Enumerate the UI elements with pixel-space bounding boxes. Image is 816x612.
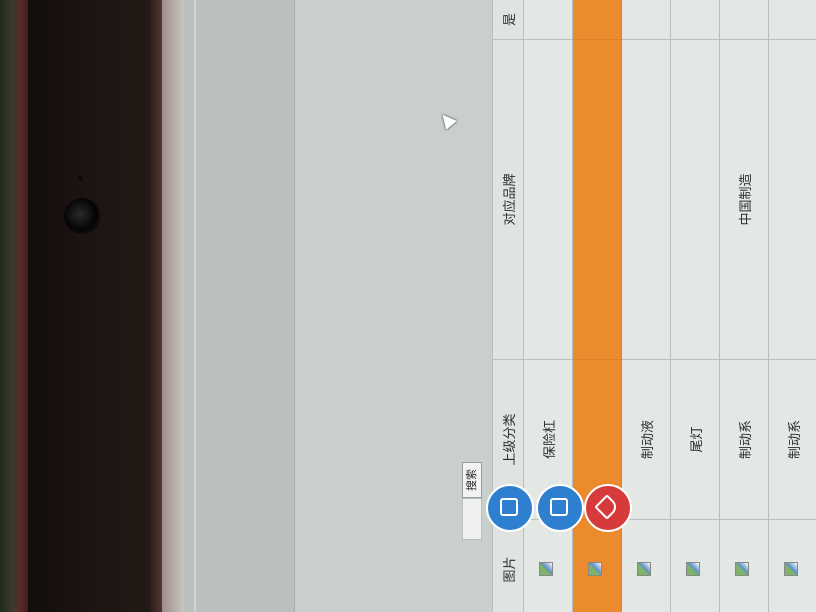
image-thumbnail-icon[interactable]: [784, 562, 798, 577]
image-thumbnail-icon[interactable]: [686, 562, 700, 577]
search-input[interactable]: [462, 498, 482, 540]
tag-button[interactable]: [584, 484, 632, 532]
image-thumbnail-icon[interactable]: [735, 562, 749, 577]
header-brand[interactable]: 对应品牌: [492, 39, 524, 360]
table-row[interactable]: 制动系 中国制造: [719, 0, 769, 612]
search-bar: 搜索: [458, 0, 488, 612]
tablet-icon: [550, 498, 568, 516]
cell-parent: 制动系: [719, 359, 769, 520]
cell-brand: [621, 39, 671, 360]
table-row[interactable]: 尾灯: [670, 0, 720, 612]
webcam: [64, 198, 100, 234]
cell-brand: [523, 39, 573, 360]
monitor-bezel: [28, 0, 158, 612]
webcam-led: [78, 176, 83, 181]
phone-button[interactable]: [486, 484, 534, 532]
cell-parent: 尾灯: [670, 359, 720, 520]
cell-brand: [768, 39, 816, 360]
table-row[interactable]: 制动系: [768, 0, 816, 612]
cell-brand: [670, 39, 720, 360]
tag-icon: [594, 494, 620, 520]
image-thumbnail-icon[interactable]: [637, 562, 651, 577]
tablet-button[interactable]: [536, 484, 584, 532]
cell-brand: 中国制造: [719, 39, 769, 360]
desk-background: [0, 0, 30, 612]
side-panel: [184, 0, 295, 612]
table-row[interactable]: 制动液: [621, 0, 671, 612]
image-thumbnail-icon[interactable]: [539, 562, 553, 577]
image-thumbnail-icon[interactable]: [588, 562, 602, 577]
cell-parent: 制动系: [768, 359, 816, 520]
search-button[interactable]: 搜索: [462, 462, 482, 498]
header-yes[interactable]: 是: [492, 0, 524, 40]
cell-brand: [572, 39, 622, 360]
phone-icon: [500, 498, 518, 516]
header-picture[interactable]: 图片: [492, 519, 524, 612]
